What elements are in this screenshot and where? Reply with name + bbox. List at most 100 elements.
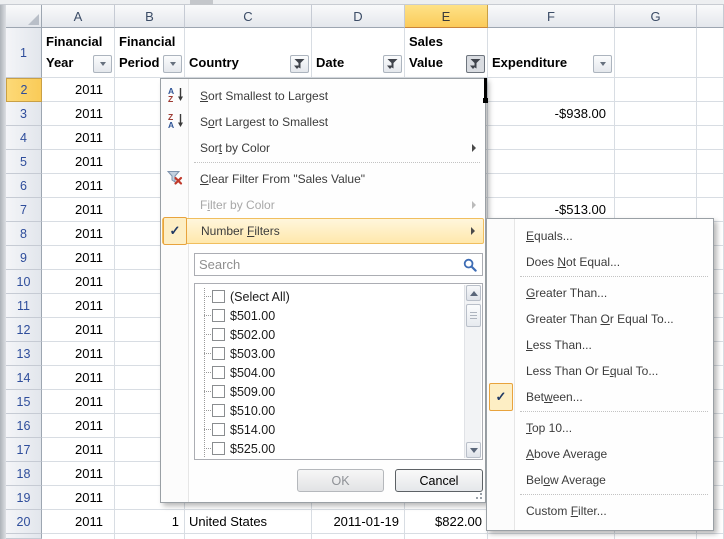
menu-item-less-than-or-equal-to[interactable]: Less Than Or Equal To... xyxy=(488,358,712,384)
column-header-c[interactable]: C xyxy=(185,5,312,28)
cell-D20[interactable]: 2011-01-19 xyxy=(312,510,405,534)
cell-B20[interactable]: 1 xyxy=(115,510,185,534)
cell-A17[interactable]: 2011 xyxy=(42,438,115,462)
cell-h4[interactable] xyxy=(697,126,724,150)
filter-value-row[interactable]: $514.00 xyxy=(195,420,450,439)
menu-item-sort-smallest-to-largest[interactable]: Sort Smallest to LargestAZ xyxy=(162,83,484,109)
row-header-19[interactable]: 19 xyxy=(6,486,42,510)
cell-G6[interactable] xyxy=(615,174,697,198)
column-header-a[interactable]: A xyxy=(42,5,115,28)
menu-item-above-average[interactable]: Above Average xyxy=(488,441,712,467)
row-header-6[interactable]: 6 xyxy=(6,174,42,198)
row-header-partial[interactable] xyxy=(6,534,42,539)
menu-item-sort-by-color[interactable]: Sort by Color xyxy=(162,135,484,161)
column-header-f[interactable]: F xyxy=(488,5,615,28)
cell-F4[interactable] xyxy=(488,126,615,150)
column-header-d[interactable]: D xyxy=(312,5,405,28)
cell-partial-row[interactable] xyxy=(488,534,615,539)
header-cell-partial[interactable] xyxy=(697,28,724,78)
row-header-12[interactable]: 12 xyxy=(6,318,42,342)
row-header-10[interactable]: 10 xyxy=(6,270,42,294)
cell-A8[interactable]: 2011 xyxy=(42,222,115,246)
checkbox-unchecked[interactable] xyxy=(212,404,225,417)
menu-item-below-average[interactable]: Below Average xyxy=(488,467,712,493)
cell-F5[interactable] xyxy=(488,150,615,174)
fill-handle[interactable] xyxy=(483,98,488,103)
column-header-b[interactable]: B xyxy=(115,5,185,28)
cell-h3[interactable] xyxy=(697,102,724,126)
cell-A4[interactable]: 2011 xyxy=(42,126,115,150)
ok-button[interactable]: OK xyxy=(297,469,384,492)
cell-partial-row[interactable] xyxy=(615,534,697,539)
row-header-2[interactable]: 2 xyxy=(6,78,42,102)
filter-applied-button-c[interactable] xyxy=(290,55,309,73)
scroll-up-button[interactable] xyxy=(466,285,481,301)
cell-F6[interactable] xyxy=(488,174,615,198)
filter-applied-button-e[interactable] xyxy=(466,55,485,73)
cell-partial-row[interactable] xyxy=(697,534,724,539)
row-header-15[interactable]: 15 xyxy=(6,390,42,414)
filter-dropdown-button-a[interactable] xyxy=(93,55,112,73)
cell-G4[interactable] xyxy=(615,126,697,150)
row-header-16[interactable]: 16 xyxy=(6,414,42,438)
filter-dropdown-button-f[interactable] xyxy=(593,55,612,73)
row-header-4[interactable]: 4 xyxy=(6,126,42,150)
cell-partial-row[interactable] xyxy=(405,534,488,539)
search-input[interactable] xyxy=(195,257,463,272)
cell-A20[interactable]: 2011 xyxy=(42,510,115,534)
filter-value-row[interactable]: $501.00 xyxy=(195,306,450,325)
cell-A15[interactable]: 2011 xyxy=(42,390,115,414)
cell-G3[interactable] xyxy=(615,102,697,126)
cell-A18[interactable]: 2011 xyxy=(42,462,115,486)
cell-F3[interactable]: -$938.00 xyxy=(488,102,615,126)
row-header-7[interactable]: 7 xyxy=(6,198,42,222)
column-header-e[interactable]: E xyxy=(405,5,488,28)
cell-A7[interactable]: 2011 xyxy=(42,198,115,222)
cell-h2[interactable] xyxy=(697,78,724,102)
checkbox-unchecked[interactable] xyxy=(212,347,225,360)
select-all-corner[interactable] xyxy=(6,5,42,28)
row-header-13[interactable]: 13 xyxy=(6,342,42,366)
row-header-3[interactable]: 3 xyxy=(6,102,42,126)
cell-A14[interactable]: 2011 xyxy=(42,366,115,390)
cell-F2[interactable] xyxy=(488,78,615,102)
cell-G2[interactable] xyxy=(615,78,697,102)
menu-item-between[interactable]: Between... xyxy=(488,384,712,410)
filter-value-row[interactable]: (Select All) xyxy=(195,287,450,306)
row-header-14[interactable]: 14 xyxy=(6,366,42,390)
cell-A11[interactable]: 2011 xyxy=(42,294,115,318)
resize-grip-icon[interactable] xyxy=(471,488,482,499)
row-header-17[interactable]: 17 xyxy=(6,438,42,462)
menu-item-clear-filter[interactable]: Clear Filter From "Sales Value" xyxy=(162,166,484,192)
filter-value-row[interactable]: $504.00 xyxy=(195,363,450,382)
cell-A5[interactable]: 2011 xyxy=(42,150,115,174)
filter-value-row-partial[interactable] xyxy=(195,458,450,460)
filter-value-row[interactable]: $503.00 xyxy=(195,344,450,363)
checkbox-unchecked[interactable] xyxy=(212,366,225,379)
filter-applied-button-d[interactable] xyxy=(383,55,402,73)
cell-G5[interactable] xyxy=(615,150,697,174)
scrollbar-thumb[interactable] xyxy=(466,304,481,327)
row-header-11[interactable]: 11 xyxy=(6,294,42,318)
cell-h6[interactable] xyxy=(697,174,724,198)
cell-partial-row[interactable] xyxy=(115,534,185,539)
cell-E20[interactable]: $822.00 xyxy=(405,510,488,534)
checkbox-unchecked[interactable] xyxy=(212,309,225,322)
cell-C20[interactable]: United States xyxy=(185,510,312,534)
checkbox-unchecked[interactable] xyxy=(212,423,225,436)
cell-A13[interactable]: 2011 xyxy=(42,342,115,366)
column-header-partial[interactable] xyxy=(697,5,724,28)
cell-A6[interactable]: 2011 xyxy=(42,174,115,198)
row-header-20[interactable]: 20 xyxy=(6,510,42,534)
cell-A10[interactable]: 2011 xyxy=(42,270,115,294)
row-header-18[interactable]: 18 xyxy=(6,462,42,486)
filter-value-row[interactable]: $509.00 xyxy=(195,382,450,401)
menu-item-greater-than[interactable]: Greater Than... xyxy=(488,280,712,306)
menu-item-top-10[interactable]: Top 10... xyxy=(488,415,712,441)
cell-A9[interactable]: 2011 xyxy=(42,246,115,270)
scroll-down-button[interactable] xyxy=(466,442,481,458)
checkbox-unchecked[interactable] xyxy=(212,328,225,341)
filter-value-row[interactable]: $525.00 xyxy=(195,439,450,458)
row-header-5[interactable]: 5 xyxy=(6,150,42,174)
scrollbar[interactable] xyxy=(464,285,481,458)
